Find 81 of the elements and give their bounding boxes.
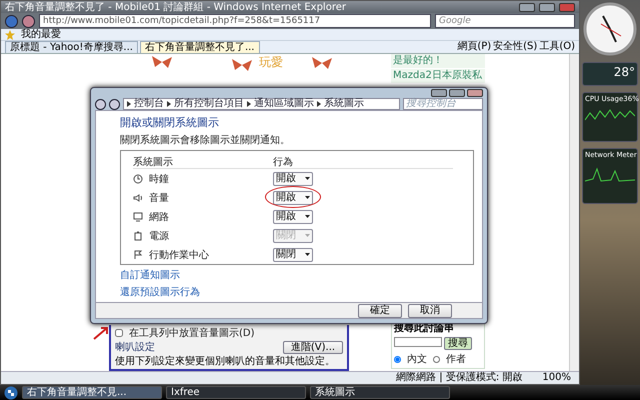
start-button[interactable]	[4, 386, 18, 400]
breadcrumb-item[interactable]: 通知區域圖示	[254, 99, 314, 109]
minimize-button[interactable]	[431, 89, 447, 97]
behavior-dropdown[interactable]: 開啟	[273, 210, 313, 224]
breadcrumb-item[interactable]: 控制台	[134, 99, 164, 109]
caret-icon	[305, 177, 310, 180]
advanced-button[interactable]: 進階(V)...	[283, 341, 343, 354]
sidebar-link[interactable]: Mazda2日本原裝私	[391, 69, 485, 83]
command-menu[interactable]: 網頁(P)	[457, 41, 492, 53]
back-button[interactable]	[95, 98, 106, 110]
arrow-annotation	[93, 326, 109, 340]
taskbar-button[interactable]: Ixfree	[166, 386, 306, 399]
forward-button[interactable]	[109, 98, 120, 110]
banner-text: 玩愛	[259, 54, 283, 71]
zoom-level[interactable]: 100%	[542, 372, 571, 384]
address-field[interactable]: http://www.mobile01.com/topicdetail.php?f=258&t=1565117	[39, 14, 431, 28]
link[interactable]: 還原預設圖示行為	[120, 285, 474, 299]
caret-icon	[305, 215, 310, 218]
icon-name: 時鐘	[149, 172, 169, 186]
icon-name: 網路	[149, 210, 169, 224]
status-text: 網際網路 | 受保護模式: 開啟	[396, 372, 522, 384]
radio-label: 作者	[446, 352, 466, 366]
column-header: 系統圖示	[133, 156, 174, 169]
section-title: 喇叭設定	[115, 342, 156, 354]
butterfly-icon	[311, 56, 333, 70]
browser-tab[interactable]: 右下角音量調整不見了...	[140, 41, 260, 53]
icon-name: 行動作業中心	[149, 248, 209, 262]
dialog-button[interactable]: 確定	[358, 304, 402, 318]
chevron-icon	[167, 101, 171, 107]
network-icon	[133, 212, 143, 222]
star-icon[interactable]	[5, 30, 15, 40]
radio-button[interactable]	[433, 356, 440, 362]
chevron-icon	[247, 101, 251, 107]
behavior-dropdown[interactable]: 關閉	[273, 248, 313, 262]
close-button[interactable]	[559, 2, 575, 12]
dialog-heading: 開啟或關閉系統圖示	[120, 115, 220, 130]
close-button[interactable]	[467, 89, 483, 97]
icon-name: 音量	[149, 192, 169, 204]
butterfly-icon	[231, 58, 253, 72]
column-header: 行為	[273, 156, 294, 169]
sidebar-link[interactable]: 是最好的！	[391, 54, 485, 68]
icon-name: 電源	[149, 230, 169, 242]
scrollbar[interactable]	[569, 54, 579, 371]
thread-search-field[interactable]	[394, 337, 442, 347]
breadcrumb-item[interactable]: 系統圖示	[324, 99, 364, 109]
battery-icon	[133, 230, 143, 240]
dialog-button[interactable]: 取消	[408, 304, 452, 318]
clock-drawing	[583, 2, 637, 56]
caret-icon	[305, 253, 310, 256]
breadcrumb-item[interactable]: 所有控制台項目	[174, 99, 244, 109]
search-button[interactable]: 搜尋	[444, 337, 472, 350]
caret-icon	[305, 234, 310, 237]
link[interactable]: 自訂通知圖示	[120, 268, 474, 282]
favorites-button[interactable]: 我的最愛	[21, 28, 61, 40]
behavior-dropdown[interactable]: 開啟	[273, 190, 313, 204]
taskbar-button[interactable]: 右下角音量調整不見...	[22, 386, 162, 399]
dialog-description: 關閉系統圖示會移除圖示並關閉通知。	[120, 134, 291, 147]
minimize-button[interactable]	[519, 2, 535, 12]
clock-icon	[133, 174, 143, 184]
command-menu[interactable]: 安全性(S)	[493, 41, 538, 53]
checkbox-label: 在工具列中放置音量圖示(D)	[129, 326, 255, 340]
temperature: 28°	[614, 65, 635, 79]
maximize-button[interactable]	[539, 2, 555, 12]
flag-icon	[133, 250, 143, 260]
taskbar-button[interactable]: 系統圖示	[310, 386, 450, 399]
radio-button[interactable]	[394, 356, 401, 362]
radio-label: 內文	[407, 352, 427, 366]
command-menu[interactable]: 工具(O)	[539, 41, 575, 53]
browser-tab[interactable]: 原標題 - Yahoo!奇摩搜尋...	[5, 41, 138, 53]
forward-button[interactable]	[22, 14, 35, 28]
search-field[interactable]: Google	[435, 14, 575, 28]
caret-icon	[305, 196, 310, 199]
chevron-icon	[127, 101, 131, 107]
behavior-dropdown[interactable]: 開啟	[273, 172, 313, 186]
breadcrumb-bar[interactable]: 控制台 所有控制台項目 通知區域圖示 系統圖示	[123, 98, 400, 110]
checkbox[interactable]	[115, 329, 123, 338]
speaker-icon	[133, 192, 143, 202]
maximize-button[interactable]	[449, 89, 465, 97]
window-title: 右下角音量調整不見了 - Mobile01 討論群組 - Windows Internet Explorer	[5, 0, 347, 14]
speaker-description: 使用下列設定來變更個別喇叭的音量和其他設定。	[115, 356, 336, 368]
chevron-icon	[317, 101, 321, 107]
